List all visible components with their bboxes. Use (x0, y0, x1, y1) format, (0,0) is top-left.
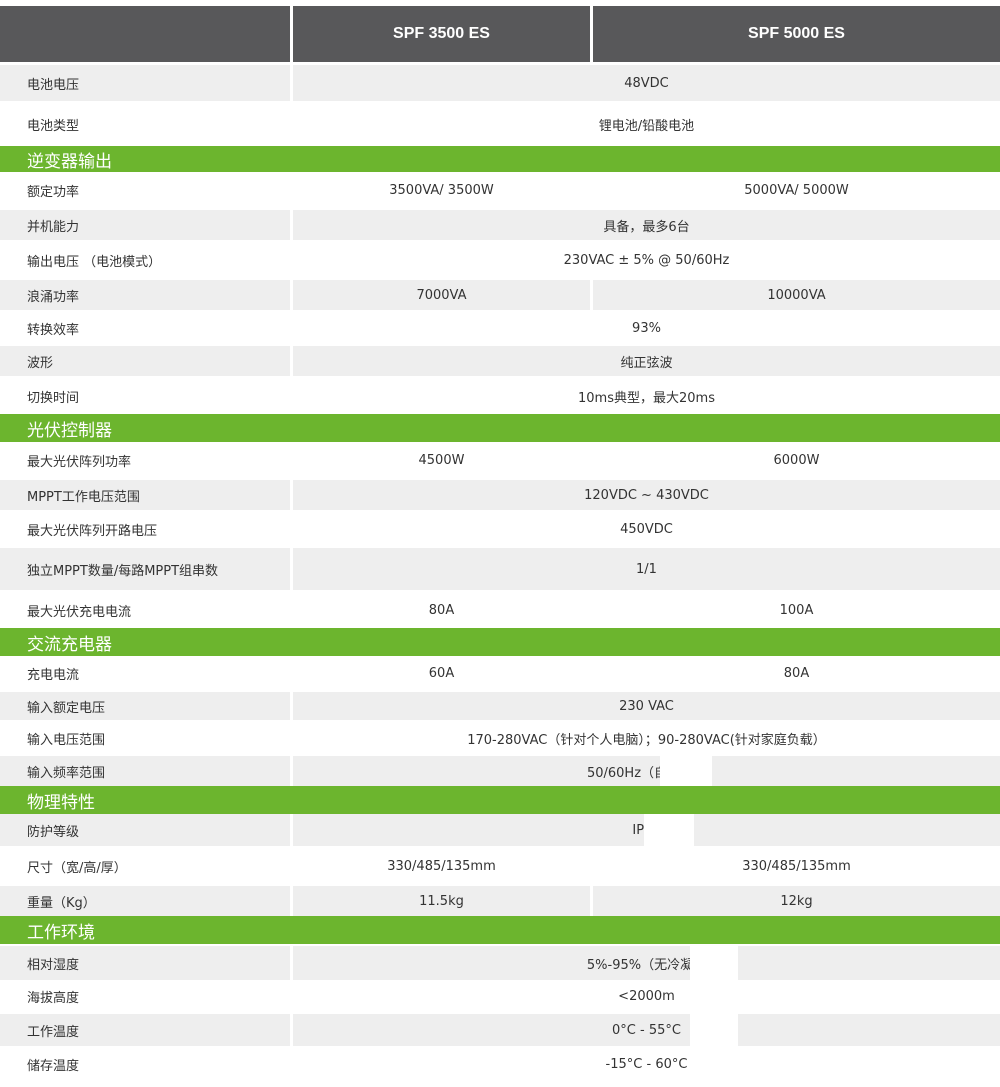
row-value: 0°C - 55°C (293, 1014, 1000, 1046)
section-ac-charger: 交流充电器 (0, 628, 1000, 656)
header-model-b: SPF 5000 ES (593, 6, 1000, 62)
row-value-a: 60A (428, 665, 455, 681)
row-label: 储存温度 (27, 1058, 80, 1074)
row-label: MPPT工作电压范围 (0, 480, 290, 510)
row-value-a: 11.5kg (293, 886, 590, 916)
row-value: 具备，最多6台 (293, 210, 1000, 240)
row-label: 最大光伏阵列功率 (27, 454, 132, 470)
row-label: 防护等级 (0, 814, 290, 846)
row-value: 120VDC ~ 430VDC (293, 480, 1000, 510)
row-value: 1/1 (293, 548, 1000, 590)
row-dimensions: 尺寸（宽/高/厚） 330/485/135mm 330/485/135mm (0, 848, 1000, 884)
blank-patch (690, 946, 738, 1080)
row-rated-power: 额定功率 3500VA/ 3500W 5000VA/ 5000W (0, 172, 1000, 208)
row-value-a: 330/485/135mm (387, 858, 496, 874)
row-value: 锂电池/铅酸电池 (598, 118, 695, 134)
row-value: 纯正弦波 (293, 346, 1000, 376)
row-input-frequency: 输入频率范围 50/60Hz（自适应） (0, 756, 1000, 786)
row-label: 浪涌功率 (0, 280, 290, 310)
row-value: -15°C - 60°C (605, 1056, 688, 1072)
row-label: 海拔高度 (27, 990, 80, 1006)
row-label: 切换时间 (27, 390, 80, 406)
section-inverter-output: 逆变器输出 (0, 146, 1000, 172)
row-value: 450VDC (620, 521, 673, 537)
row-max-pv-open-voltage: 最大光伏阵列开路电压 450VDC (0, 512, 1000, 546)
row-transfer-time: 切换时间 10ms典型，最大20ms (0, 378, 1000, 414)
row-input-rated-voltage: 输入额定电压 230 VAC (0, 692, 1000, 720)
row-label: 转换效率 (27, 322, 80, 338)
row-parallel-capability: 并机能力 具备，最多6台 (0, 210, 1000, 240)
row-value: 5%-95%（无冷凝） (293, 946, 1000, 980)
row-storage-temperature: 储存温度 -15°C - 60°C (0, 1048, 1000, 1080)
row-value-b: 80A (783, 665, 810, 681)
row-label: 充电电流 (27, 667, 80, 683)
row-altitude: 海拔高度 <2000m (0, 980, 1000, 1012)
row-value-b: 330/485/135mm (742, 858, 851, 874)
row-label: 输入电压范围 (27, 732, 106, 748)
row-mppt-range: MPPT工作电压范围 120VDC ~ 430VDC (0, 480, 1000, 510)
row-value: 10ms典型，最大20ms (578, 390, 715, 406)
blank-patch (644, 814, 694, 846)
row-surge-power: 浪涌功率 7000VA 10000VA (0, 280, 1000, 310)
row-label: 最大光伏阵列开路电压 (27, 523, 158, 539)
row-battery-voltage: 电池电压 48VDC (0, 65, 1000, 101)
row-mppt-count: 独立MPPT数量/每路MPPT组串数 1/1 (0, 548, 1000, 590)
row-value: 48VDC (293, 65, 1000, 101)
row-efficiency: 转换效率 93% (0, 312, 1000, 344)
header-model-a: SPF 3500 ES (293, 6, 590, 62)
row-value-a: 7000VA (293, 280, 590, 310)
row-weight: 重量（Kg） 11.5kg 12kg (0, 886, 1000, 916)
section-physical: 物理特性 (0, 786, 1000, 814)
row-value: 170-280VAC（针对个人电脑）；90-280VAC(针对家庭负载） (467, 732, 826, 748)
section-environment: 工作环境 (0, 916, 1000, 944)
row-value: 50/60Hz（自适应） (293, 756, 1000, 786)
row-value-a: 4500W (418, 452, 465, 468)
row-battery-type: 电池类型 锂电池/铅酸电池 (0, 104, 1000, 144)
row-value: 93% (632, 320, 661, 336)
row-max-pv-charge-current: 最大光伏充电电流 80A 100A (0, 592, 1000, 628)
row-waveform: 波形 纯正弦波 (0, 346, 1000, 376)
row-value: 230 VAC (293, 692, 1000, 720)
row-label: 输出电压 （电池模式） (27, 254, 162, 270)
row-label: 最大光伏充电电流 (27, 604, 132, 620)
row-label: 额定功率 (27, 184, 80, 200)
row-label: 重量（Kg） (0, 886, 290, 916)
blank-patch (660, 756, 712, 786)
row-label: 电池类型 (27, 118, 80, 134)
row-value-b: 6000W (773, 452, 820, 468)
row-value: 230VAC ± 5% @ 50/60Hz (563, 252, 730, 268)
row-value-a: 80A (428, 602, 455, 618)
row-label: 输入额定电压 (0, 692, 290, 720)
row-label: 输入频率范围 (0, 756, 290, 786)
row-output-voltage: 输出电压 （电池模式） 230VAC ± 5% @ 50/60Hz (0, 242, 1000, 278)
row-humidity: 相对湿度 5%-95%（无冷凝） (0, 946, 1000, 980)
row-label: 相对湿度 (0, 946, 290, 980)
row-value-b: 5000VA/ 5000W (744, 182, 849, 198)
row-input-voltage-range: 输入电压范围 170-280VAC（针对个人电脑）；90-280VAC(针对家庭… (0, 722, 1000, 754)
row-charge-current: 充电电流 60A 80A (0, 656, 1000, 690)
row-label: 尺寸（宽/高/厚） (27, 860, 127, 876)
header-blank-cell (0, 6, 290, 62)
row-value-b: 100A (779, 602, 814, 618)
row-value-b: 10000VA (593, 280, 1000, 310)
row-protection-level: 防护等级 IP20 (0, 814, 1000, 846)
spec-table: SPF 3500 ES SPF 5000 ES 电池电压 48VDC 电池类型 … (0, 0, 1000, 1087)
row-value-b: 12kg (593, 886, 1000, 916)
section-pv-controller: 光伏控制器 (0, 414, 1000, 442)
row-label: 工作温度 (0, 1014, 290, 1046)
table-header: SPF 3500 ES SPF 5000 ES (0, 0, 1000, 62)
row-value: <2000m (618, 988, 675, 1004)
row-value-a: 3500VA/ 3500W (389, 182, 494, 198)
row-label: 并机能力 (0, 210, 290, 240)
row-label: 独立MPPT数量/每路MPPT组串数 (0, 548, 290, 590)
row-label: 电池电压 (0, 65, 290, 101)
row-max-pv-power: 最大光伏阵列功率 4500W 6000W (0, 442, 1000, 478)
row-operating-temperature: 工作温度 0°C - 55°C (0, 1014, 1000, 1046)
row-label: 波形 (0, 346, 290, 376)
